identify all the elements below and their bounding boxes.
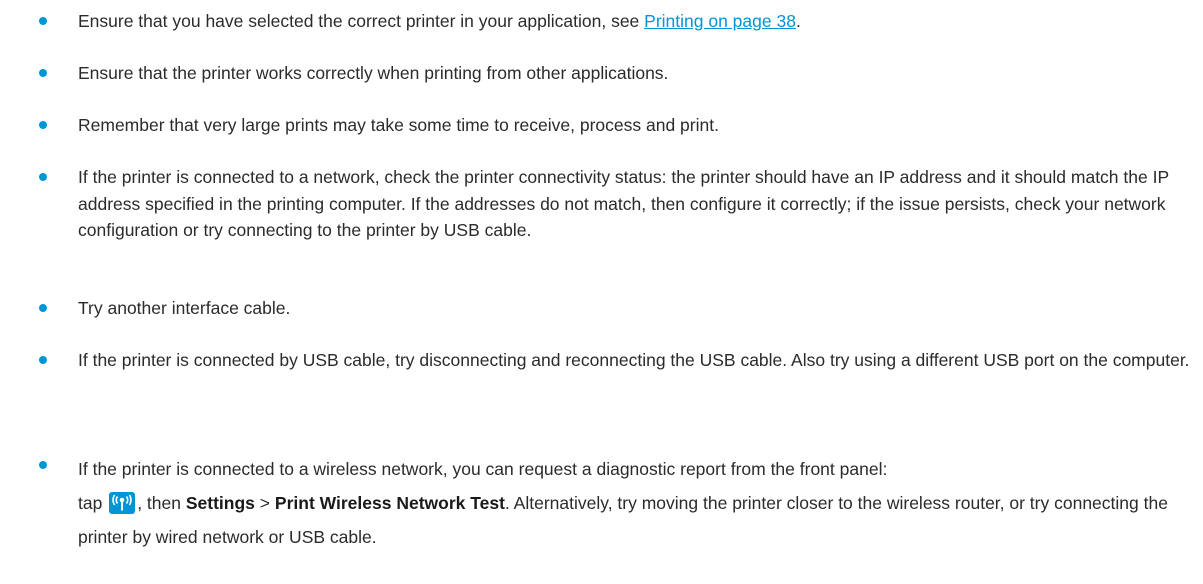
then-label: , then [137, 493, 181, 513]
printing-page-link[interactable]: Printing on page 38 [644, 11, 796, 31]
wireless-icon [109, 491, 136, 514]
bullet-icon [39, 69, 47, 77]
list-item-text-before: Ensure that you have selected the correc… [78, 11, 645, 31]
bullet-icon [39, 304, 47, 312]
list-item-text: If the printer is connected by USB cable… [78, 350, 1190, 370]
settings-menu-label: Settings [185, 493, 255, 513]
list-item-text: Ensure that the printer works correctly … [78, 63, 669, 83]
bullet-icon [39, 121, 47, 129]
tap-label: tap [78, 493, 103, 513]
bullet-icon [39, 461, 47, 469]
bullet-icon [39, 17, 47, 25]
print-wireless-network-test-label: Print Wireless Network Test [274, 493, 505, 513]
list-item-text-line1: If the printer is connected to a wireles… [78, 459, 888, 479]
list-item-text: If the printer is connected to a wireles… [78, 452, 1193, 554]
list-item-text: Ensure that you have selected the correc… [78, 8, 1193, 34]
bullet-icon [39, 173, 47, 181]
list-item-text-after: . [795, 11, 801, 31]
list-item-text: Try another interface cable. [78, 298, 291, 318]
list-item-text: If the printer is connected to a network… [78, 167, 1169, 240]
bullet-icon [39, 356, 47, 364]
list-item-text: Remember that very large prints may take… [78, 115, 719, 135]
menu-separator: > [259, 493, 271, 513]
